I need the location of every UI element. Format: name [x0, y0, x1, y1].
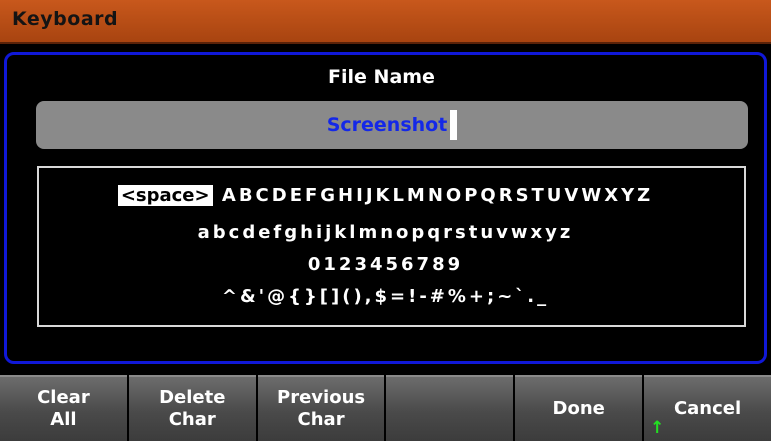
clear-all-label: Clear All	[37, 386, 90, 431]
delete-char-button[interactable]: Delete Char	[128, 375, 256, 441]
done-label: Done	[552, 397, 605, 419]
file-name-field[interactable]: Screenshot	[36, 101, 748, 149]
file-name-value: Screenshot	[326, 114, 448, 136]
title-bar: Keyboard	[0, 0, 771, 44]
previous-char-label: Previous Char	[277, 386, 366, 431]
digits-row[interactable]: 0123456789	[0, 254, 771, 275]
uppercase-letters[interactable]: ABCDEFGHIJKLMNOPQRSTUVWXYZ	[222, 185, 653, 206]
previous-char-button[interactable]: Previous Char	[257, 375, 385, 441]
uppercase-row: <space> ABCDEFGHIJKLMNOPQRSTUVWXYZ	[0, 185, 771, 206]
delete-char-label: Delete Char	[159, 386, 226, 431]
cancel-button[interactable]: Cancel ↑	[644, 375, 771, 441]
space-key[interactable]: <space>	[117, 185, 213, 206]
text-cursor	[450, 110, 458, 140]
softkey-bar: Clear All Delete Char Previous Char Done…	[0, 375, 771, 441]
file-name-label: File Name	[328, 66, 435, 88]
arrow-up-icon: ↑	[650, 417, 665, 438]
cancel-label: Cancel	[673, 397, 742, 419]
symbols-row[interactable]: ^&'@{}[](),$=!-#%+;~`._	[0, 286, 771, 307]
blank-softkey[interactable]	[386, 375, 514, 441]
done-button[interactable]: Done	[515, 375, 643, 441]
lowercase-row[interactable]: abcdefghijklmnopqrstuvwxyz	[0, 222, 771, 243]
window-title: Keyboard	[12, 8, 119, 30]
clear-all-button[interactable]: Clear All	[0, 375, 127, 441]
